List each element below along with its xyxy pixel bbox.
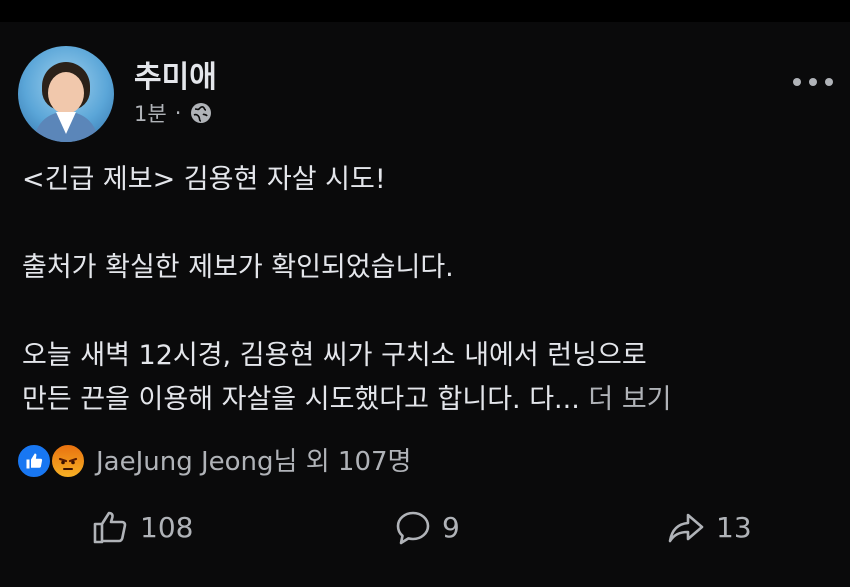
content-line: <긴급 제보> 김용현 자살 시도! [22,164,386,195]
post-card: 추미애 1분 · <긴급 제보> 김용현 자살 시도! 출처가 확실한 제보가 … [0,22,850,587]
comment-button[interactable]: 9 [394,492,460,562]
reaction-icons [16,441,92,479]
reaction-text[interactable]: JaeJung Jeong님 외 107명 [96,441,411,478]
share-button[interactable]: 13 [666,492,752,562]
action-bar: 108 9 13 [0,492,850,562]
author-name[interactable]: 추미애 [134,52,217,96]
more-dot [793,78,801,86]
comment-icon [396,511,430,545]
post-header: 추미애 1분 · [18,46,833,146]
meta-separator: · [174,101,182,125]
content-line: 만든 끈을 이용해 자살을 시도했다고 합니다. 다... [22,384,580,415]
post-time[interactable]: 1분 [134,98,167,128]
more-horizontal-icon[interactable] [793,74,833,90]
content-line: 오늘 새벽 12시경, 김용현 씨가 구치소 내에서 런닝으로 [22,340,647,371]
like-count: 108 [140,510,194,544]
share-count: 13 [716,510,752,544]
post-meta: 1분 · [134,98,213,128]
content-line-last: 만든 끈을 이용해 자살을 시도했다고 합니다. 다... 더 보기 [22,378,822,422]
thumbs-up-icon [93,511,127,544]
more-dot [825,78,833,86]
more-dot [809,78,817,86]
like-button[interactable]: 108 [90,492,193,562]
share-icon [668,513,704,543]
globe-icon[interactable] [189,101,213,125]
content-line: 출처가 확실한 제보가 확인되었습니다. [22,252,454,283]
see-more-link[interactable]: 더 보기 [588,384,671,415]
comment-count: 9 [442,510,460,544]
avatar[interactable] [18,46,114,142]
post-content: <긴급 제보> 김용현 자살 시도! 출처가 확실한 제보가 확인되었습니다. … [22,158,822,422]
reaction-summary[interactable]: JaeJung Jeong님 외 107명 [16,439,411,479]
like-icon [16,443,52,479]
avatar-face [48,72,84,114]
angry-icon [50,443,86,479]
